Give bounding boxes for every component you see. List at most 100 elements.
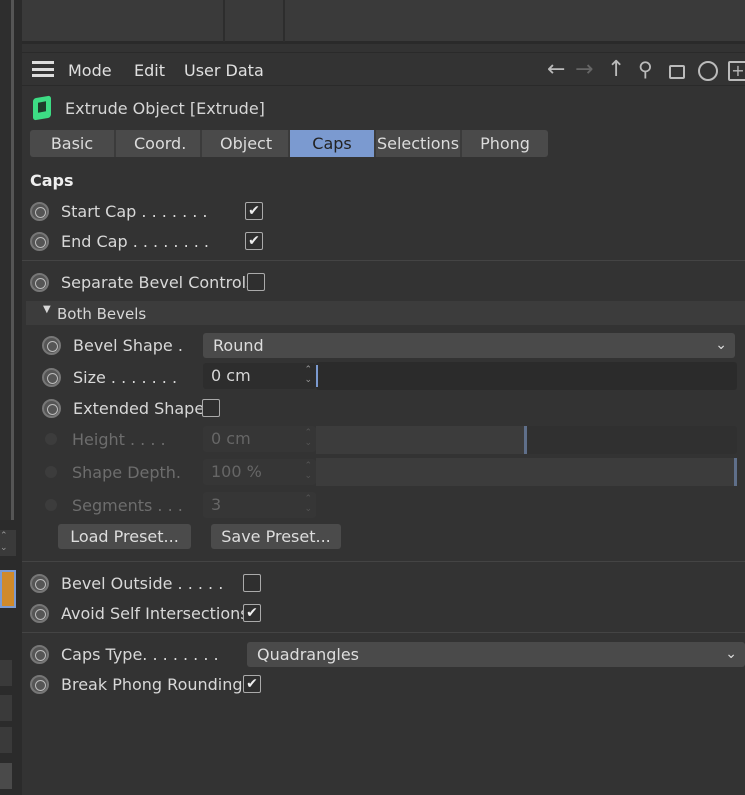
animate-radio-icon[interactable] [30, 201, 49, 221]
animate-radio-icon[interactable] [30, 674, 49, 694]
search-icon[interactable]: ⚲ [638, 57, 653, 81]
shape-depth-label: Shape Depth. [72, 462, 182, 482]
group-label: Both Bevels [57, 305, 147, 323]
menu-mode[interactable]: Mode [68, 61, 112, 80]
tab-coord[interactable]: Coord. [116, 130, 202, 157]
avoid-self-row: Avoid Self Intersections ✔ [30, 600, 261, 626]
start-cap-row: Start Cap . . . . . . . ✔ [30, 198, 263, 224]
bevel-outside-row: Bevel Outside . . . . . [30, 570, 261, 596]
arrow-up-icon[interactable]: ↑ [607, 57, 625, 82]
extended-shape-label: Extended Shape [73, 398, 205, 418]
left-spinner[interactable] [0, 727, 12, 753]
menu-bar: Mode Edit User Data ← → ↑ ⚲ + [22, 52, 745, 86]
new-panel-icon[interactable]: + [728, 61, 745, 81]
menu-edit[interactable]: Edit [134, 61, 165, 80]
left-button[interactable] [0, 763, 12, 789]
animate-radio-icon[interactable] [42, 367, 61, 387]
bevel-shape-row: Bevel Shape . [42, 332, 203, 358]
tab-caps[interactable]: Caps [290, 130, 376, 157]
size-slider[interactable] [316, 362, 737, 390]
save-preset-button[interactable]: Save Preset... [211, 524, 341, 549]
tab-basic[interactable]: Basic [30, 130, 116, 157]
tab-bar: Basic Coord. Object Caps Selections Phon… [30, 130, 548, 157]
separate-bevel-checkbox[interactable] [247, 273, 265, 291]
bevel-shape-value: Round [213, 336, 264, 355]
hamburger-menu-icon[interactable] [32, 61, 54, 77]
bevel-shape-label: Bevel Shape . [73, 335, 183, 355]
end-cap-label: End Cap . . . . . . . . [61, 231, 209, 251]
size-row: Size . . . . . . . [42, 364, 177, 390]
film-icon[interactable] [0, 570, 16, 608]
extended-shape-checkbox[interactable] [202, 399, 220, 417]
chevron-down-icon: ⌄ [715, 337, 727, 353]
spinner-icon: ⌃ ⌄ [304, 365, 312, 385]
tab-phong[interactable]: Phong [462, 130, 548, 157]
left-spinner[interactable]: ⌃ ⌄ [0, 530, 16, 556]
avoid-self-label: Avoid Self Intersections [61, 603, 249, 623]
slider-fill [316, 458, 737, 486]
separate-bevel-row: Separate Bevel Controls [30, 269, 265, 295]
animate-radio-icon[interactable] [30, 603, 49, 623]
section-title: Caps [30, 171, 74, 190]
both-bevels-group-header[interactable]: ▼ Both Bevels [26, 301, 745, 325]
slider-fill [316, 426, 527, 454]
separate-bevel-label: Separate Bevel Controls [61, 272, 255, 292]
triangle-down-icon: ▼ [43, 304, 51, 315]
animate-radio-icon [45, 499, 57, 511]
animate-radio-icon[interactable] [30, 573, 49, 593]
arrow-right-icon[interactable]: → [575, 57, 593, 82]
tab-object[interactable]: Object [202, 130, 290, 157]
animate-radio-icon [45, 433, 57, 445]
top-viewport [22, 0, 745, 44]
end-cap-checkbox[interactable]: ✔ [245, 232, 263, 250]
break-phong-row: Break Phong Rounding ✔ [30, 671, 261, 697]
animate-radio-icon[interactable] [42, 335, 61, 355]
caps-type-value: Quadrangles [257, 645, 359, 664]
segments-label: Segments . . . [72, 495, 183, 515]
avoid-self-checkbox[interactable]: ✔ [243, 604, 261, 622]
height-label: Height . . . . [72, 429, 166, 449]
end-cap-row: End Cap . . . . . . . . ✔ [30, 228, 263, 254]
slider-handle[interactable] [316, 365, 318, 387]
divider [22, 561, 745, 562]
shape-depth-slider [316, 458, 737, 486]
left-panel [0, 0, 14, 520]
animate-radio-icon[interactable] [30, 272, 49, 292]
divider [22, 632, 745, 633]
height-input: 0 cm ⌃ ⌄ [203, 426, 316, 452]
bevel-shape-dropdown[interactable]: Round ⌄ [203, 333, 735, 358]
break-phong-label: Break Phong Rounding [61, 674, 243, 694]
height-slider [316, 426, 737, 454]
start-cap-label: Start Cap . . . . . . . [61, 201, 208, 221]
segments-row: Segments . . . [42, 492, 183, 518]
caps-type-row: Caps Type. . . . . . . . [30, 641, 219, 667]
load-preset-button[interactable]: Load Preset... [58, 524, 191, 549]
left-spinner[interactable] [0, 695, 12, 721]
lock-icon[interactable] [669, 65, 685, 79]
left-spinner[interactable] [0, 660, 12, 686]
break-phong-checkbox[interactable]: ✔ [243, 675, 261, 693]
menu-user-data[interactable]: User Data [184, 61, 264, 80]
divider [223, 0, 225, 42]
animate-radio-icon[interactable] [30, 231, 49, 251]
divider [283, 0, 285, 42]
animate-radio-icon[interactable] [30, 644, 49, 664]
caps-type-label: Caps Type. . . . . . . . [61, 644, 219, 664]
caps-type-dropdown[interactable]: Quadrangles ⌄ [247, 642, 745, 667]
chevron-down-icon: ⌄ [725, 646, 737, 662]
extended-shape-row: Extended Shape [42, 395, 220, 421]
extrude-cube-icon [33, 95, 51, 121]
target-icon[interactable] [698, 61, 718, 81]
start-cap-checkbox[interactable]: ✔ [245, 202, 263, 220]
object-title: Extrude Object [Extrude] [65, 99, 265, 118]
bevel-outside-checkbox[interactable] [243, 574, 261, 592]
animate-radio-icon[interactable] [42, 398, 61, 418]
size-input[interactable]: 0 cm ⌃ ⌄ [203, 363, 316, 389]
arrow-left-icon[interactable]: ← [547, 57, 565, 82]
tab-selections[interactable]: Selections [376, 130, 462, 157]
height-row: Height . . . . [42, 426, 166, 452]
bevel-outside-label: Bevel Outside . . . . . [61, 573, 224, 593]
segments-input: 3 ⌃ ⌄ [203, 492, 316, 518]
shape-depth-row: Shape Depth. [42, 459, 181, 485]
size-label: Size . . . . . . . [73, 367, 178, 387]
